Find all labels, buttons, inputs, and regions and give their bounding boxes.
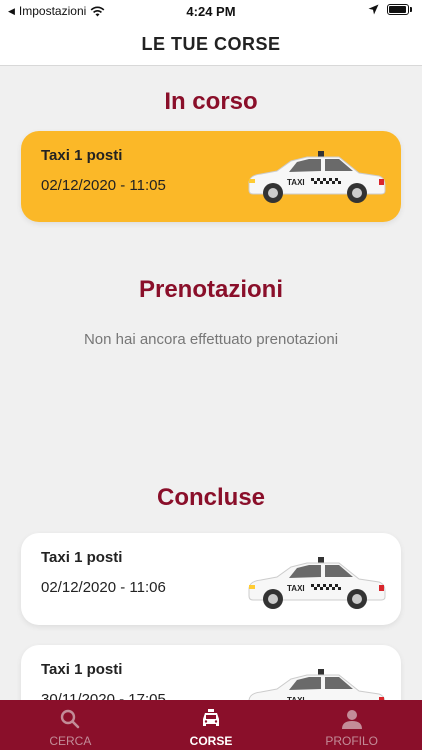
taxi-icon [203,709,219,726]
tab-label: CERCA [49,734,92,748]
ride-date: 02/12/2020 - 11:05 [41,177,166,194]
tab-profilo[interactable]: PROFILO [281,700,422,750]
person-icon [341,710,362,729]
svg-text:TAXI: TAXI [287,178,305,187]
section-title-in-corso: In corso [164,88,258,115]
tab-corse[interactable]: CORSE [141,700,282,750]
ride-title: Taxi 1 posti [41,661,123,678]
ride-date: 02/12/2020 - 11:06 [41,579,166,596]
status-time: 4:24 PM [186,4,236,19]
empty-state-text: Non hai ancora effettuato prenotazioni [83,331,339,348]
search-icon [61,709,80,729]
taxi-car-icon: TAXI [248,557,386,609]
tab-bar: CERCA CORSE PROFILO [0,700,422,750]
taxi-car-icon: TAXI [248,151,386,203]
location-arrow-icon [368,4,379,15]
ride-card-in-corso[interactable]: Taxi 1 posti 02/12/2020 - 11:05 TAXI [21,131,401,222]
ride-title: Taxi 1 posti [41,147,123,164]
tab-label: PROFILO [325,734,379,748]
svg-text:TAXI: TAXI [287,584,305,593]
status-bar: ◀ Impostazioni 4:24 PM [0,0,422,24]
tab-cerca[interactable]: CERCA [0,700,141,750]
ride-card-concluse[interactable]: Taxi 1 posti 02/12/2020 - 11:06 TAXI [21,533,401,625]
page-title: LE TUE CORSE [0,24,422,66]
section-title-concluse: Concluse [156,484,266,511]
section-title-prenotazioni: Prenotazioni [138,276,283,303]
battery-icon [387,4,409,15]
tab-label: CORSE [189,734,233,748]
ride-title: Taxi 1 posti [41,549,123,566]
